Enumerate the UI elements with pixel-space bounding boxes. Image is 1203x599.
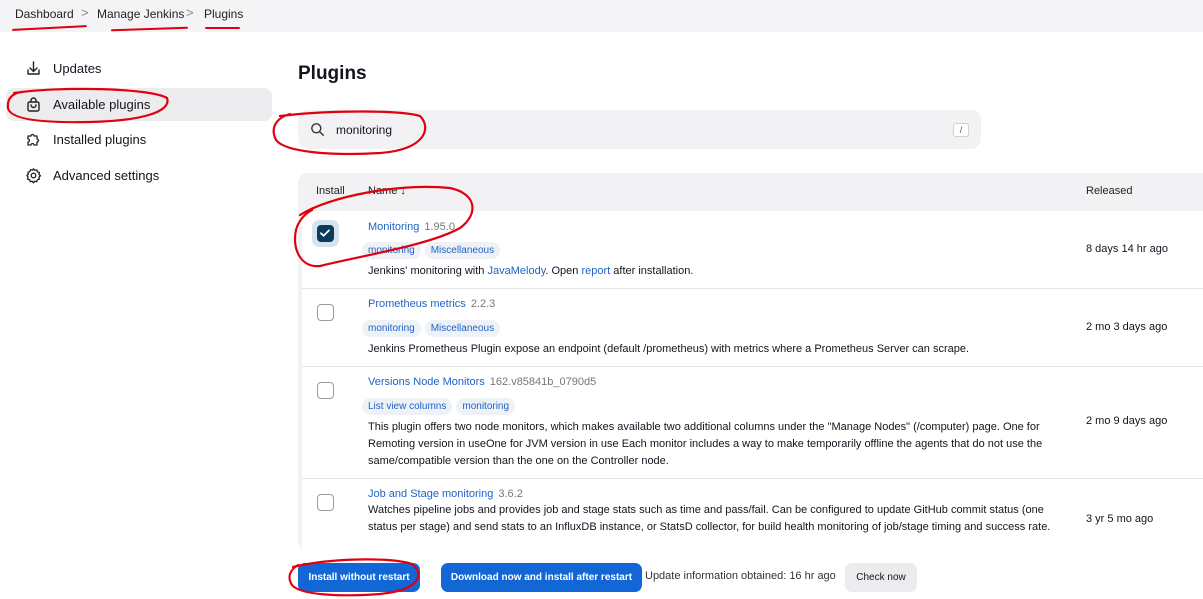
bottom-action-bar: Install without restart Download now and…: [272, 551, 1203, 599]
sidebar-item-installed-plugins[interactable]: Installed plugins: [6, 123, 272, 156]
chevron-right-icon: >: [81, 5, 89, 20]
sidebar-item-available-plugins[interactable]: Available plugins: [6, 88, 272, 121]
tag[interactable]: monitoring: [362, 320, 421, 337]
desc-text: after installation.: [610, 265, 694, 277]
column-header-install: Install: [316, 185, 345, 197]
keyboard-shortcut-hint: /: [953, 123, 969, 137]
search-input[interactable]: monitoring: [336, 123, 392, 137]
plugins-table: Install Name ↓ Released Monitoring 1.95.0…: [298, 173, 1203, 551]
sidebar-item-label: Advanced settings: [53, 168, 160, 183]
breadcrumb-manage-jenkins[interactable]: Manage Jenkins: [97, 7, 184, 21]
desc-text: Jenkins' monitoring with: [368, 265, 488, 277]
plugin-tags: List view columns monitoring: [362, 397, 519, 415]
javamelody-link[interactable]: JavaMelody: [488, 265, 546, 277]
table-row: Job and Stage monitoring 3.6.2 Watches pi…: [302, 479, 1203, 551]
plugin-version: 3.6.2: [498, 488, 523, 500]
plugin-version: 2.2.3: [470, 298, 496, 310]
annotation-underline: [205, 27, 240, 29]
sidebar-item-advanced-settings[interactable]: Advanced settings: [6, 159, 272, 192]
plugin-name-link[interactable]: Prometheus metrics 2.2.3: [368, 298, 495, 310]
plugin-name[interactable]: Job and Stage monitoring: [368, 488, 493, 500]
page-title: Plugins: [298, 63, 367, 84]
install-checkbox[interactable]: [317, 382, 334, 399]
download-and-install-button[interactable]: Download now and install after restart: [441, 563, 642, 592]
released-date: 2 mo 9 days ago: [1086, 415, 1168, 427]
plugin-name-link[interactable]: Job and Stage monitoring 3.6.2: [368, 488, 523, 500]
plugin-version: 1.95.0: [424, 221, 455, 233]
plugin-name[interactable]: Versions Node Monitors: [368, 376, 485, 388]
plugin-tags: monitoring Miscellaneous: [362, 319, 504, 337]
table-row: Monitoring 1.95.0 monitoring Miscellaneous…: [302, 211, 1203, 289]
plugin-name-link[interactable]: Versions Node Monitors 162.v85841b_0790d5: [368, 376, 596, 388]
tag[interactable]: monitoring: [456, 398, 516, 415]
search-icon: [311, 123, 324, 136]
plugin-name-link[interactable]: Monitoring 1.95.0: [368, 221, 455, 233]
sidebar-item-updates[interactable]: Updates: [6, 52, 272, 85]
install-without-restart-button[interactable]: Install without restart: [298, 563, 420, 592]
column-header-released: Released: [1086, 185, 1133, 197]
plugin-description: Watches pipeline jobs and provides job a…: [368, 504, 1051, 533]
table-row: Versions Node Monitors 162.v85841b_0790d5…: [302, 367, 1203, 479]
download-icon: [27, 61, 40, 75]
released-date: 8 days 14 hr ago: [1086, 243, 1168, 255]
tag[interactable]: monitoring: [362, 242, 421, 259]
install-checkbox[interactable]: [317, 225, 334, 242]
breadcrumb-dashboard[interactable]: Dashboard: [15, 7, 74, 21]
released-date: 3 yr 5 mo ago: [1086, 513, 1154, 525]
desc-text: . Open: [545, 265, 582, 277]
table-row: Prometheus metrics 2.2.3 monitoring Miscel…: [302, 289, 1203, 367]
plugin-description: Jenkins Prometheus Plugin expose an endp…: [368, 343, 970, 355]
breadcrumb-plugins[interactable]: Plugins: [204, 7, 243, 21]
update-info-text: Update information obtained: 16 hr ago: [645, 570, 836, 582]
shopping-bag-icon: [27, 97, 40, 112]
released-date: 2 mo 3 days ago: [1086, 321, 1168, 333]
chevron-right-icon: >: [186, 5, 194, 20]
check-now-button[interactable]: Check now: [845, 563, 917, 592]
sidebar-item-label: Installed plugins: [53, 132, 147, 147]
plugin-tags: monitoring Miscellaneous: [362, 241, 504, 259]
puzzle-icon: [27, 133, 40, 146]
search-bar[interactable]: monitoring /: [298, 110, 981, 149]
install-checkbox[interactable]: [317, 494, 334, 511]
tag[interactable]: Miscellaneous: [424, 320, 501, 337]
tag[interactable]: Miscellaneous: [424, 242, 501, 259]
plugin-description: Jenkins' monitoring with JavaMelody. Ope…: [368, 263, 1060, 280]
plugin-description: This plugin offers two node monitors, wh…: [368, 421, 1043, 467]
sidebar-item-label: Available plugins: [53, 97, 151, 112]
plugin-version: 162.v85841b_0790d5: [489, 376, 597, 388]
plugin-name[interactable]: Prometheus metrics: [368, 298, 466, 310]
gear-icon: [26, 168, 42, 184]
checkmark-icon: [320, 229, 330, 237]
install-checkbox[interactable]: [317, 304, 334, 321]
report-link[interactable]: report: [581, 265, 610, 277]
tag[interactable]: List view columns: [362, 398, 453, 415]
sidebar-item-label: Updates: [53, 61, 102, 76]
column-header-name[interactable]: Name ↓: [368, 185, 406, 197]
table-header: Install Name ↓ Released: [298, 173, 1203, 209]
plugin-name[interactable]: Monitoring: [368, 221, 419, 233]
